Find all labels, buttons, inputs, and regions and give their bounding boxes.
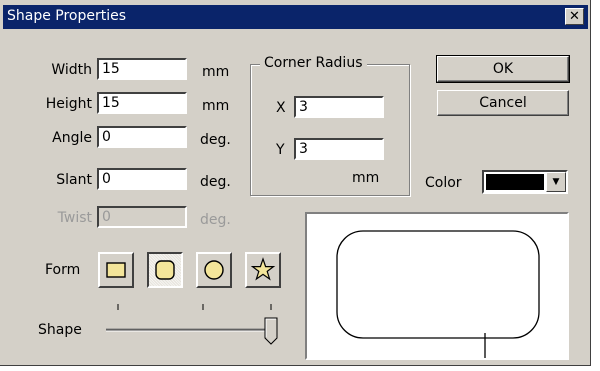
height-field[interactable] [97,92,187,114]
rounded-rectangle-icon [155,260,175,280]
corner-radius-unit: mm [352,170,380,186]
title-bar: Shape Properties ✕ [3,5,588,29]
corner-radius-y-label: Y [276,142,285,158]
corner-radius-x-field[interactable] [294,96,384,118]
angle-field[interactable] [97,126,187,148]
preview-rounded-rectangle [336,230,540,339]
corner-radius-y-field[interactable] [294,138,384,160]
shape-slider-label: Shape [38,322,82,338]
twist-unit: deg. [200,212,231,228]
form-rectangle-button[interactable] [98,252,134,288]
dialog-title: Shape Properties [7,8,127,24]
slider-thumb[interactable] [264,317,278,345]
color-swatch [486,174,544,190]
twist-field [97,206,187,228]
ok-button[interactable]: OK [436,55,570,83]
shape-preview [305,212,569,360]
slant-label: Slant [56,172,92,188]
height-label: Height [45,96,92,112]
angle-label: Angle [52,130,92,146]
color-label: Color [425,175,462,191]
slant-unit: deg. [200,174,231,190]
ellipse-icon [204,260,224,280]
star-icon [250,257,276,281]
width-label: Width [51,62,92,78]
close-button[interactable]: ✕ [565,8,584,25]
twist-label: Twist [57,210,92,226]
corner-radius-x-label: X [276,100,286,116]
color-dropdown[interactable]: ▼ [482,170,568,194]
chevron-down-icon[interactable]: ▼ [546,172,566,192]
angle-unit: deg. [200,132,231,148]
corner-radius-title: Corner Radius [260,55,367,71]
width-unit: mm [202,64,230,80]
width-field[interactable] [97,58,187,80]
form-ellipse-button[interactable] [196,252,232,288]
corner-radius-group [250,64,410,196]
rectangle-icon [106,262,126,278]
form-rounded-rectangle-button[interactable] [147,252,183,288]
shape-slider[interactable] [96,300,292,346]
cancel-button[interactable]: Cancel [437,90,569,116]
form-star-button[interactable] [245,252,281,288]
slant-field[interactable] [97,168,187,190]
height-unit: mm [202,98,230,114]
close-icon: ✕ [569,9,580,24]
shape-properties-dialog: Shape Properties ✕ Width mm Height mm An… [0,0,591,366]
form-label: Form [45,262,81,278]
